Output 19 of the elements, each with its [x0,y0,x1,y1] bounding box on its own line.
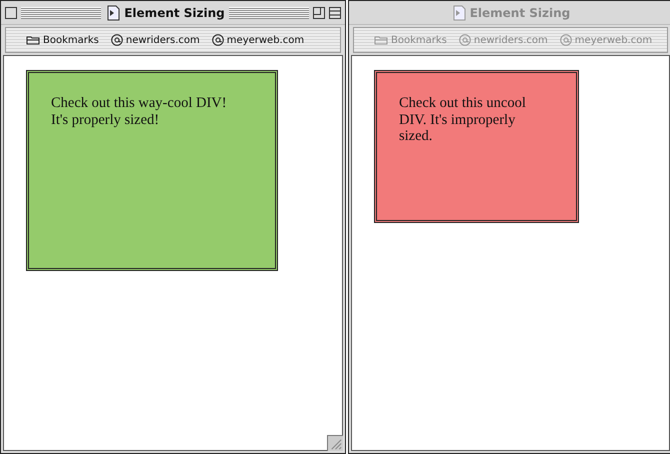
resize-grip-icon [327,435,343,451]
bookmark-link[interactable]: Bookmarks [26,32,99,48]
at-sign-icon [560,34,572,46]
window-title: Element Sizing [124,4,225,22]
sized-div: Check out this way-cool DIV! It's properly sized! [26,70,278,271]
at-sign-icon [110,34,123,46]
zoom-box-icon [313,6,326,18]
at-sign-icon [458,34,471,46]
folder-icon [26,35,40,45]
bookmark-link[interactable]: newriders.com [110,32,200,48]
close-box[interactable] [5,6,17,18]
window-title: Element Sizing [470,4,570,22]
collapse-box-icon [329,6,342,18]
document-icon [450,4,467,20]
bookmark-link[interactable]: meyerweb.com [212,32,304,48]
folder-icon [374,35,388,45]
document-icon [105,4,122,20]
sized-div: Check out this uncool DIV. It's improperly sized. [374,70,579,223]
at-sign-icon [212,34,224,46]
